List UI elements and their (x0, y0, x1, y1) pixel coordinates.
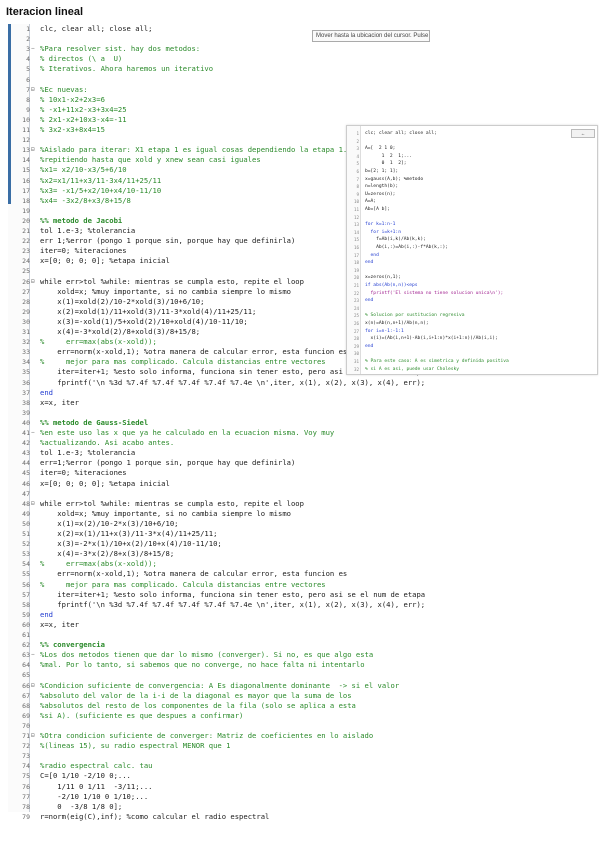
inset-code-text: % si A es asi, puede usar Cholesky (365, 366, 460, 372)
inset-code-line[interactable]: 32 % si A es asi, puede usar Cholesky (347, 366, 597, 374)
inset-editor-window[interactable]: ← 1 clc; clear all; close all; 2 3 A=[ 2 1 0… (346, 125, 598, 375)
page-title: Iteracion lineal (6, 6, 84, 18)
tooltip: Mover hasta la ubicacion del cursor. Pul… (312, 30, 430, 42)
code-text: r=norm(eig(C),inf); %como calcular el ra… (40, 811, 270, 821)
code-line[interactable]: 79 r=norm(eig(C),inf); %como calcular el … (8, 812, 593, 823)
line-number: 79 (22, 812, 30, 821)
inset-line-number: 32 (353, 366, 359, 372)
